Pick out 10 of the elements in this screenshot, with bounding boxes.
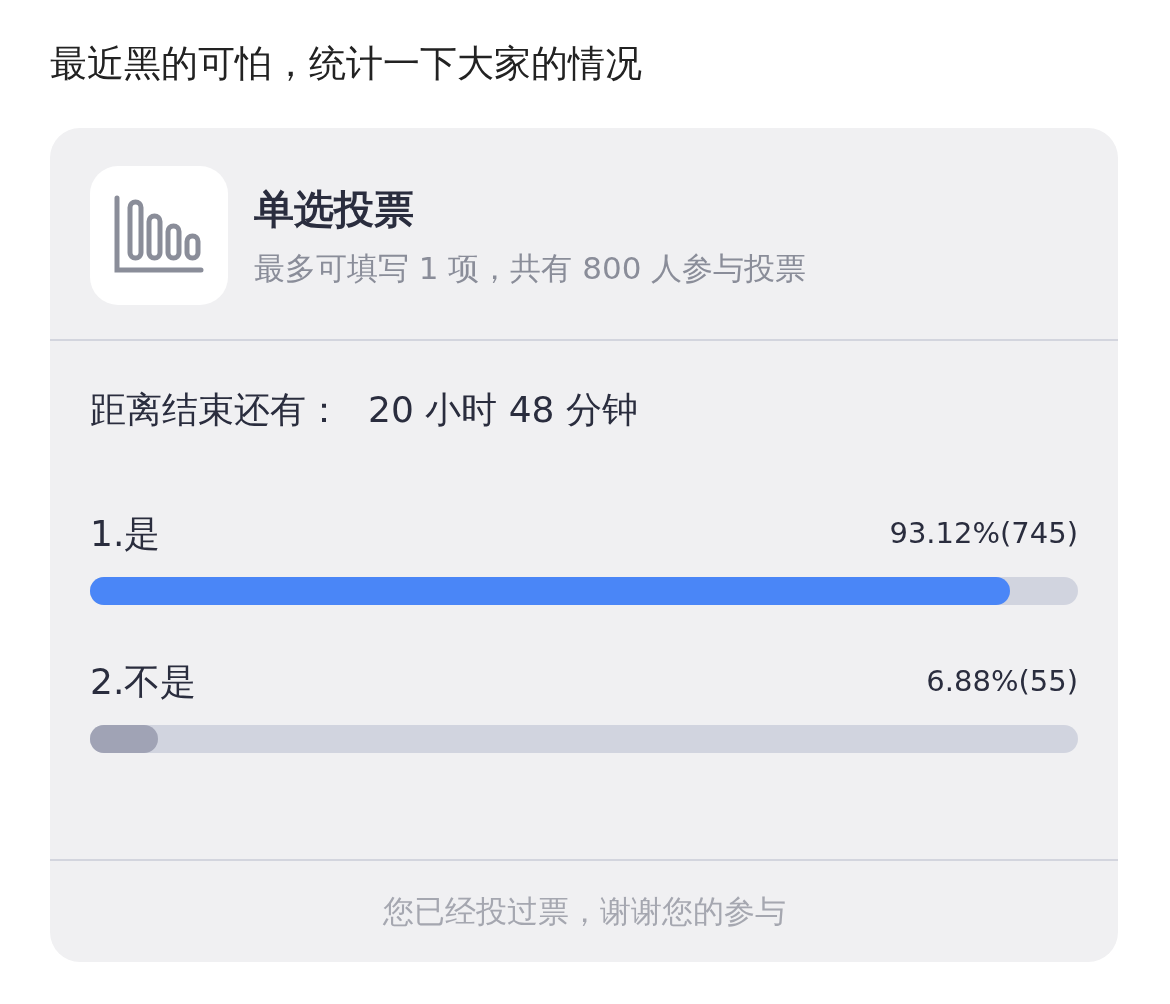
poll-title: 单选投票 [254,184,415,234]
option-result: 6.88%(55) [926,663,1078,700]
poll-subtitle: 最多可填写 1 项，共有 800 人参与投票 [254,248,807,288]
countdown-value: 20 小时 48 分钟 [368,388,638,432]
post-text: 最近黑的可怕，统计一下大家的情况 [50,41,643,87]
option-result: 93.12%(745) [889,515,1078,552]
option-label: 1.是 [90,512,161,556]
option-label: 2.不是 [90,660,197,704]
countdown-label: 距离结束还有： [90,388,342,432]
footer-note: 您已经投过票，谢谢您的参与 [382,892,786,932]
